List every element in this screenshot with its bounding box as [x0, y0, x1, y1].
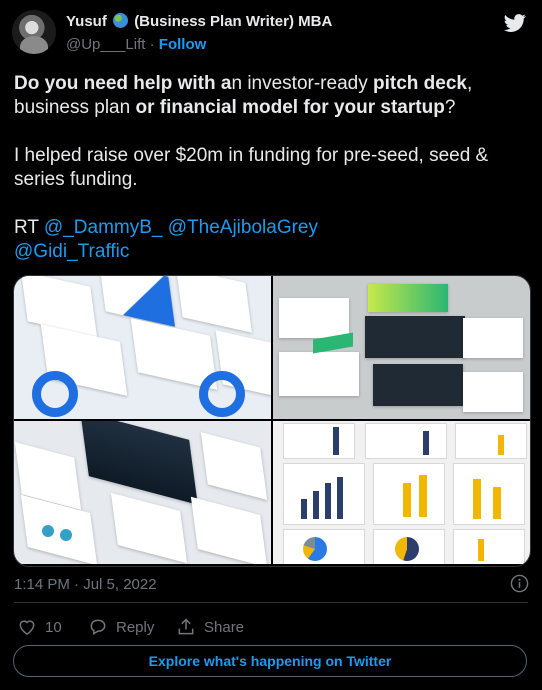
tweet-text: Do you need help with an investor-ready … — [14, 72, 530, 264]
tweet-card: Yusuf (Business Plan Writer) MBA @Up___L… — [0, 0, 542, 690]
author-avatar[interactable] — [12, 10, 56, 54]
tweet-text-segment: , — [466, 73, 473, 94]
divider — [14, 602, 528, 603]
share-button[interactable]: Share — [176, 616, 244, 638]
author-handle[interactable]: @Up___Lift — [66, 36, 145, 53]
tweet-text-segment: ? — [444, 97, 456, 118]
mention-link[interactable]: @TheAjibolaGrey — [168, 217, 318, 238]
media-image-dark-green-pitch-deck[interactable] — [273, 276, 530, 419]
explore-twitter-button[interactable]: Explore what's happening on Twitter — [13, 645, 527, 677]
like-count: 10 — [45, 618, 62, 636]
info-icon[interactable] — [510, 574, 529, 593]
tweet-paragraph-1: Do you need help with an investor-ready … — [14, 72, 530, 120]
share-label: Share — [204, 618, 245, 636]
tweet-paragraph-3: RT @_DammyB_ @TheAjibolaGrey @Gidi_Traff… — [14, 216, 530, 264]
reply-label: Reply — [116, 618, 155, 636]
mention-link[interactable]: @Gidi_Traffic — [14, 241, 129, 262]
tweet-paragraph-2: I helped raise over $20m in funding for … — [14, 145, 489, 190]
media-image-ocean-presentation-slides[interactable] — [14, 421, 271, 564]
author-first-name: Yusuf — [66, 13, 107, 30]
tweet-bold-text: pitch deck — [372, 73, 467, 94]
author-name[interactable]: Yusuf (Business Plan Writer) MBA — [66, 13, 332, 30]
follow-link[interactable]: Follow — [159, 36, 207, 53]
like-button[interactable]: 10 — [17, 616, 62, 638]
author-title: (Business Plan Writer) MBA — [134, 13, 333, 30]
share-icon — [178, 618, 194, 635]
reply-button[interactable]: Reply — [88, 616, 154, 638]
tweet-timestamp[interactable]: 1:14 PM · Jul 5, 2022 — [14, 576, 157, 593]
tweet-bold-text: or financial model for your startup — [130, 97, 445, 118]
tweet-text-segment: n investor-ready — [231, 73, 373, 94]
tweet-text-segment: business plan — [14, 97, 131, 118]
author-handle-row: @Up___Lift · Follow — [66, 36, 206, 53]
rt-prefix: RT — [14, 217, 39, 238]
media-image-business-plan-slides[interactable] — [14, 276, 271, 419]
heart-icon — [19, 620, 35, 635]
reply-bubble-icon — [90, 619, 106, 635]
mention-link[interactable]: @_DammyB_ — [44, 217, 163, 238]
twitter-bird-icon[interactable] — [502, 12, 528, 34]
media-image-financial-model-charts[interactable] — [273, 421, 530, 564]
globe-icon — [113, 13, 129, 28]
tweet-bold-text: Do you need help with a — [14, 73, 232, 94]
separator-dot: · — [149, 36, 155, 53]
media-grid — [13, 275, 531, 567]
